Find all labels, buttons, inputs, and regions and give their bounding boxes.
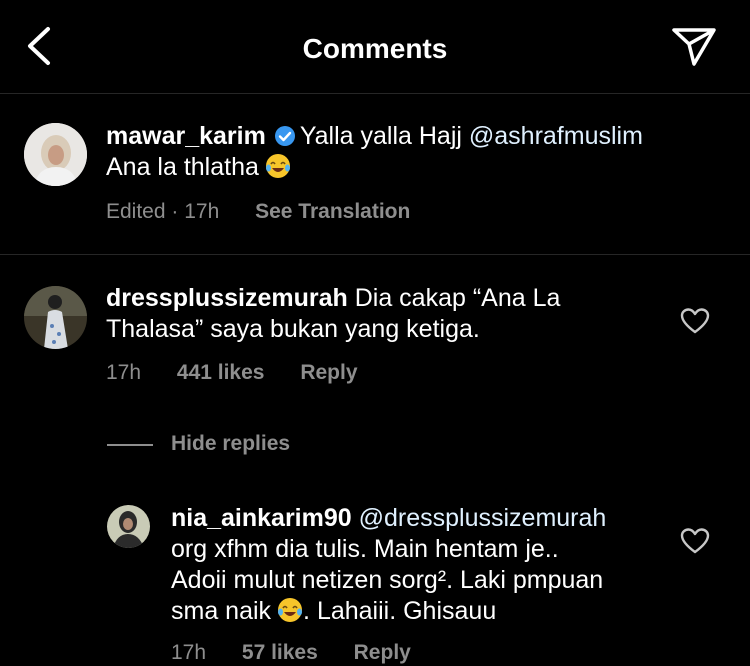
- reply-time: 17h: [171, 641, 207, 664]
- reply-body-line4: sma naik: [171, 597, 272, 625]
- avatar[interactable]: [107, 505, 150, 548]
- reply-meta: 17h 57 likes Reply: [171, 641, 411, 665]
- reply-body-line4-end: . Lahaiii. Ghisauu: [303, 597, 497, 625]
- reply-button[interactable]: Reply: [300, 361, 357, 384]
- reply-body-line3: Adoii mulut netizen sorg². Laki pmpuan: [171, 566, 604, 594]
- page-title: Comments: [302, 33, 448, 64]
- reply-username[interactable]: nia_ainkarim90: [171, 504, 352, 532]
- laughing-tears-emoji: [278, 598, 303, 622]
- comment-body: Dia cakap “Ana La: [354, 284, 561, 312]
- verified-badge-icon: [274, 126, 295, 146]
- heart-icon[interactable]: [680, 307, 710, 335]
- replies-divider: [107, 444, 153, 446]
- reply-mention[interactable]: @dressplussizemurah: [359, 504, 607, 532]
- reply-button[interactable]: Reply: [354, 641, 411, 664]
- header-bar: Comments: [0, 0, 750, 94]
- reply-body-line2: org xfhm dia tulis. Main hentam je..: [171, 535, 559, 563]
- avatar[interactable]: [24, 286, 87, 349]
- see-translation-button[interactable]: See Translation: [255, 200, 410, 223]
- comment-username[interactable]: dressplussizemurah: [106, 284, 348, 312]
- caption-meta: Edited · 17h See Translation: [106, 200, 410, 224]
- comment-time: 17h: [106, 361, 142, 384]
- laughing-tears-emoji: [265, 154, 290, 178]
- caption-body-line2: Ana la thlatha: [106, 153, 259, 181]
- comment-text: dressplussizemurah Dia cakap “Ana La Tha…: [106, 283, 666, 345]
- comment-body-line2: Thalasa” saya bukan yang ketiga.: [106, 315, 480, 343]
- comment-likes[interactable]: 441 likes: [177, 361, 265, 384]
- reply-likes[interactable]: 57 likes: [242, 641, 318, 664]
- caption-text: mawar_karim Yalla yalla Hajj @ashrafmusli…: [106, 121, 706, 183]
- caption-time: Edited · 17h: [106, 200, 220, 223]
- hide-replies-button[interactable]: Hide replies: [171, 432, 290, 456]
- heart-icon[interactable]: [680, 527, 710, 555]
- paper-plane-icon[interactable]: [670, 24, 718, 68]
- reply-text: nia_ainkarim90 @dressplussizemurah org x…: [171, 503, 671, 627]
- caption-body: Yalla yalla Hajj: [299, 122, 462, 150]
- comment-meta: 17h 441 likes Reply: [106, 361, 358, 385]
- caption-mention[interactable]: @ashrafmuslim: [469, 122, 643, 150]
- caption-username[interactable]: mawar_karim: [106, 122, 266, 150]
- avatar[interactable]: [24, 123, 87, 186]
